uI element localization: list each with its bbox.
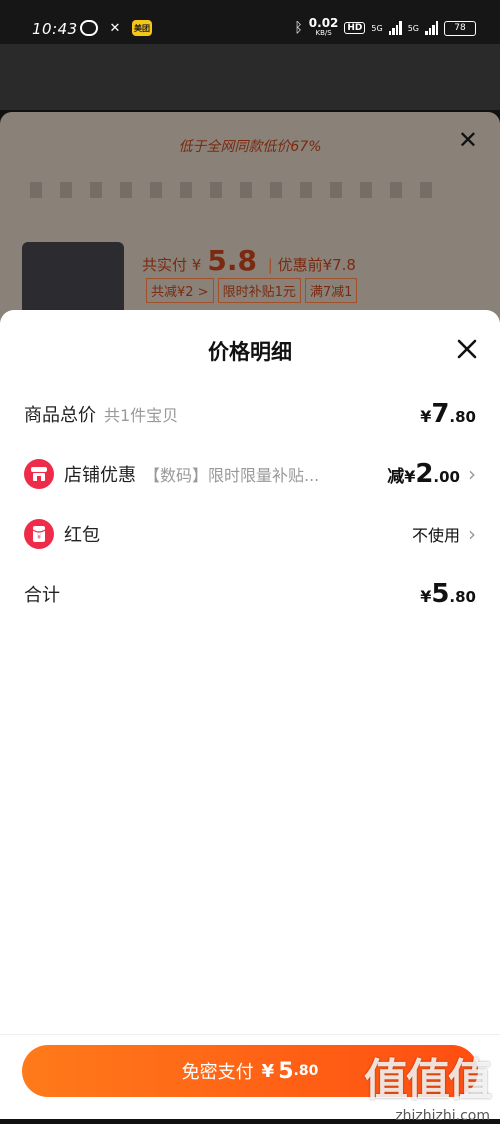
background-page (0, 44, 500, 110)
watermark-logo: 值值值 (364, 1055, 492, 1106)
price-detail-sheet: 价格明细 商品总价 共1件宝贝 ¥7.80 店铺优惠 【数码】限时限量补贴...… (0, 310, 500, 1118)
red-packet-icon: ¥ (24, 519, 54, 549)
shop-discount-amount: 减 ¥2.00 (387, 459, 460, 489)
low-price-banner: 低于全网同款低价67% (178, 139, 322, 155)
status-right: ᛒ 0.02 KB/S HD 5G 5G 78 (294, 17, 476, 38)
shop-discount-row[interactable]: 店铺优惠 【数码】限时限量补贴... 减 ¥2.00 › (24, 454, 476, 494)
background-close-icon[interactable]: ✕ (458, 126, 478, 154)
svg-text:¥: ¥ (37, 534, 41, 541)
status-app-icons: ✕ 美团 (80, 20, 152, 36)
network-5g-2: 5G (407, 23, 419, 33)
chevron-right-icon: › (468, 522, 476, 546)
discount-tag: 满7减1 (304, 278, 358, 303)
chevron-right-icon: › (468, 462, 476, 486)
sheet-title: 价格明细 (208, 340, 292, 364)
yen-sign: ¥ (420, 407, 432, 426)
goods-total-row: 商品总价 共1件宝贝 ¥7.80 (24, 394, 476, 434)
discount-prefix: 减 (387, 467, 405, 487)
pay-yen: ¥ (261, 1060, 275, 1082)
pay-amount-cents: .80 (293, 1063, 319, 1079)
shop-icon (24, 459, 54, 489)
yen-sign: ¥ (404, 467, 416, 486)
status-bar: 10:43 ✕ 美团 ᛒ 0.02 KB/S HD 5G 5G 78 (0, 0, 500, 44)
pay-button-label: 免密支付 (181, 1062, 254, 1083)
amount-integer: 7 (431, 399, 450, 429)
discount-tag[interactable]: 共减¥2 > (146, 278, 214, 303)
signal-icon-1 (388, 21, 402, 35)
blurred-address (30, 182, 450, 198)
sum-label: 合计 (24, 585, 60, 606)
shop-discount-label: 店铺优惠 (64, 465, 136, 486)
original-price: 优惠前¥7.8 (277, 256, 356, 274)
goods-count: 共1件宝贝 (104, 406, 179, 425)
hd-badge: HD (344, 22, 366, 34)
watermark-url: zhizhizhi.com (395, 1108, 490, 1124)
discount-tag: 限时补贴1元 (217, 278, 301, 303)
amount-cents: .00 (433, 468, 460, 486)
meituan-icon: 美团 (132, 20, 152, 36)
red-packet-value: 不使用 (411, 526, 460, 545)
discount-tags: 共减¥2 > 限时补贴1元 满7减1 (146, 278, 358, 303)
total-yen: ¥ (191, 256, 202, 274)
background-order-sheet: 低于全网同款低价67% ✕ 共实付 ¥5.8 | 优惠前¥7.8 共减¥2 > … (0, 112, 500, 342)
status-time: 10:43 (32, 20, 78, 38)
wechat-icon (80, 20, 98, 36)
amount-integer: 2 (415, 459, 434, 489)
watermark: 值值值 zhizhizhi.com (364, 1044, 492, 1124)
network-5g-1: 5G (371, 23, 383, 33)
capcut-icon: ✕ (109, 20, 121, 36)
shop-discount-desc: 【数码】限时限量补贴... (144, 466, 320, 485)
signal-icon-2 (425, 21, 438, 35)
red-packet-row[interactable]: ¥ 红包 不使用 › (24, 514, 476, 554)
background-total: 共实付 ¥5.8 | 优惠前¥7.8 (142, 244, 356, 277)
goods-total-amount: ¥7.80 (420, 399, 476, 429)
goods-total-label: 商品总价 (24, 405, 96, 426)
total-label: 共实付 (142, 256, 188, 274)
divider: | (267, 256, 273, 274)
network-speed: 0.02 KB/S (309, 17, 339, 38)
bluetooth-icon: ᛒ (294, 20, 303, 36)
battery-icon: 78 (444, 20, 476, 36)
amount-cents: .80 (449, 588, 476, 606)
amount-integer: 5 (431, 579, 450, 609)
pay-amount-integer: 5 (278, 1058, 294, 1084)
red-packet-label: 红包 (64, 525, 100, 546)
sum-amount: ¥5.80 (420, 579, 476, 609)
close-icon[interactable] (456, 338, 478, 360)
yen-sign: ¥ (420, 587, 432, 606)
sum-row: 合计 ¥5.80 (24, 574, 476, 614)
total-amount: 5.8 (207, 244, 257, 277)
amount-cents: .80 (449, 408, 476, 426)
